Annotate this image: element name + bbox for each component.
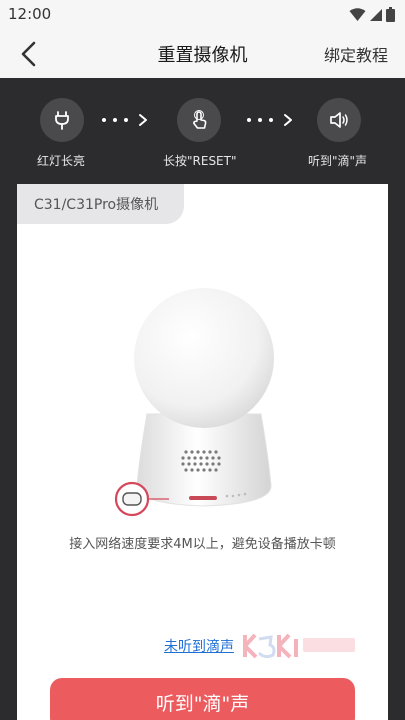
reset-steps: 红灯长亮 长按"RESET" 听到"滴"声	[0, 78, 405, 184]
status-icons	[349, 7, 395, 22]
watermark-logo	[243, 633, 355, 659]
heard-beep-button[interactable]: 听到"滴"声	[50, 678, 355, 720]
network-hint: 接入网络速度要求4M以上，避免设备播放卡顿	[69, 537, 336, 552]
reset-card: C31/C31Pro摄像机 接入网络速度要求4M以上，避免设备播放卡顿 未听到滴…	[17, 184, 388, 720]
plug-icon	[55, 111, 69, 130]
step-arrow-2	[247, 114, 292, 126]
step-2-label: 长按"RESET"	[163, 154, 237, 168]
step-3-circle	[317, 98, 361, 142]
navbar: 重置摄像机 绑定教程	[0, 30, 405, 78]
step-1-circle	[40, 98, 84, 142]
model-tag: C31/C31Pro摄像机	[17, 184, 184, 224]
status-bar: 12:00	[0, 0, 405, 30]
no-beep-link[interactable]: 未听到滴声	[164, 636, 234, 656]
battery-icon	[386, 7, 395, 22]
camera-illustration	[114, 288, 274, 517]
wifi-icon	[349, 7, 366, 21]
signal-icon	[370, 8, 382, 21]
binding-tutorial-link[interactable]: 绑定教程	[324, 42, 388, 66]
step-1-label: 红灯长亮	[37, 154, 86, 168]
step-arrow-1	[102, 114, 147, 126]
press-finger-icon	[193, 110, 207, 129]
model-tag-label: C31/C31Pro摄像机	[34, 197, 159, 213]
step-3-label: 听到"滴"声	[308, 154, 368, 168]
status-time: 12:00	[8, 5, 52, 23]
step-2-circle	[177, 98, 221, 142]
speaker-icon	[330, 112, 348, 128]
